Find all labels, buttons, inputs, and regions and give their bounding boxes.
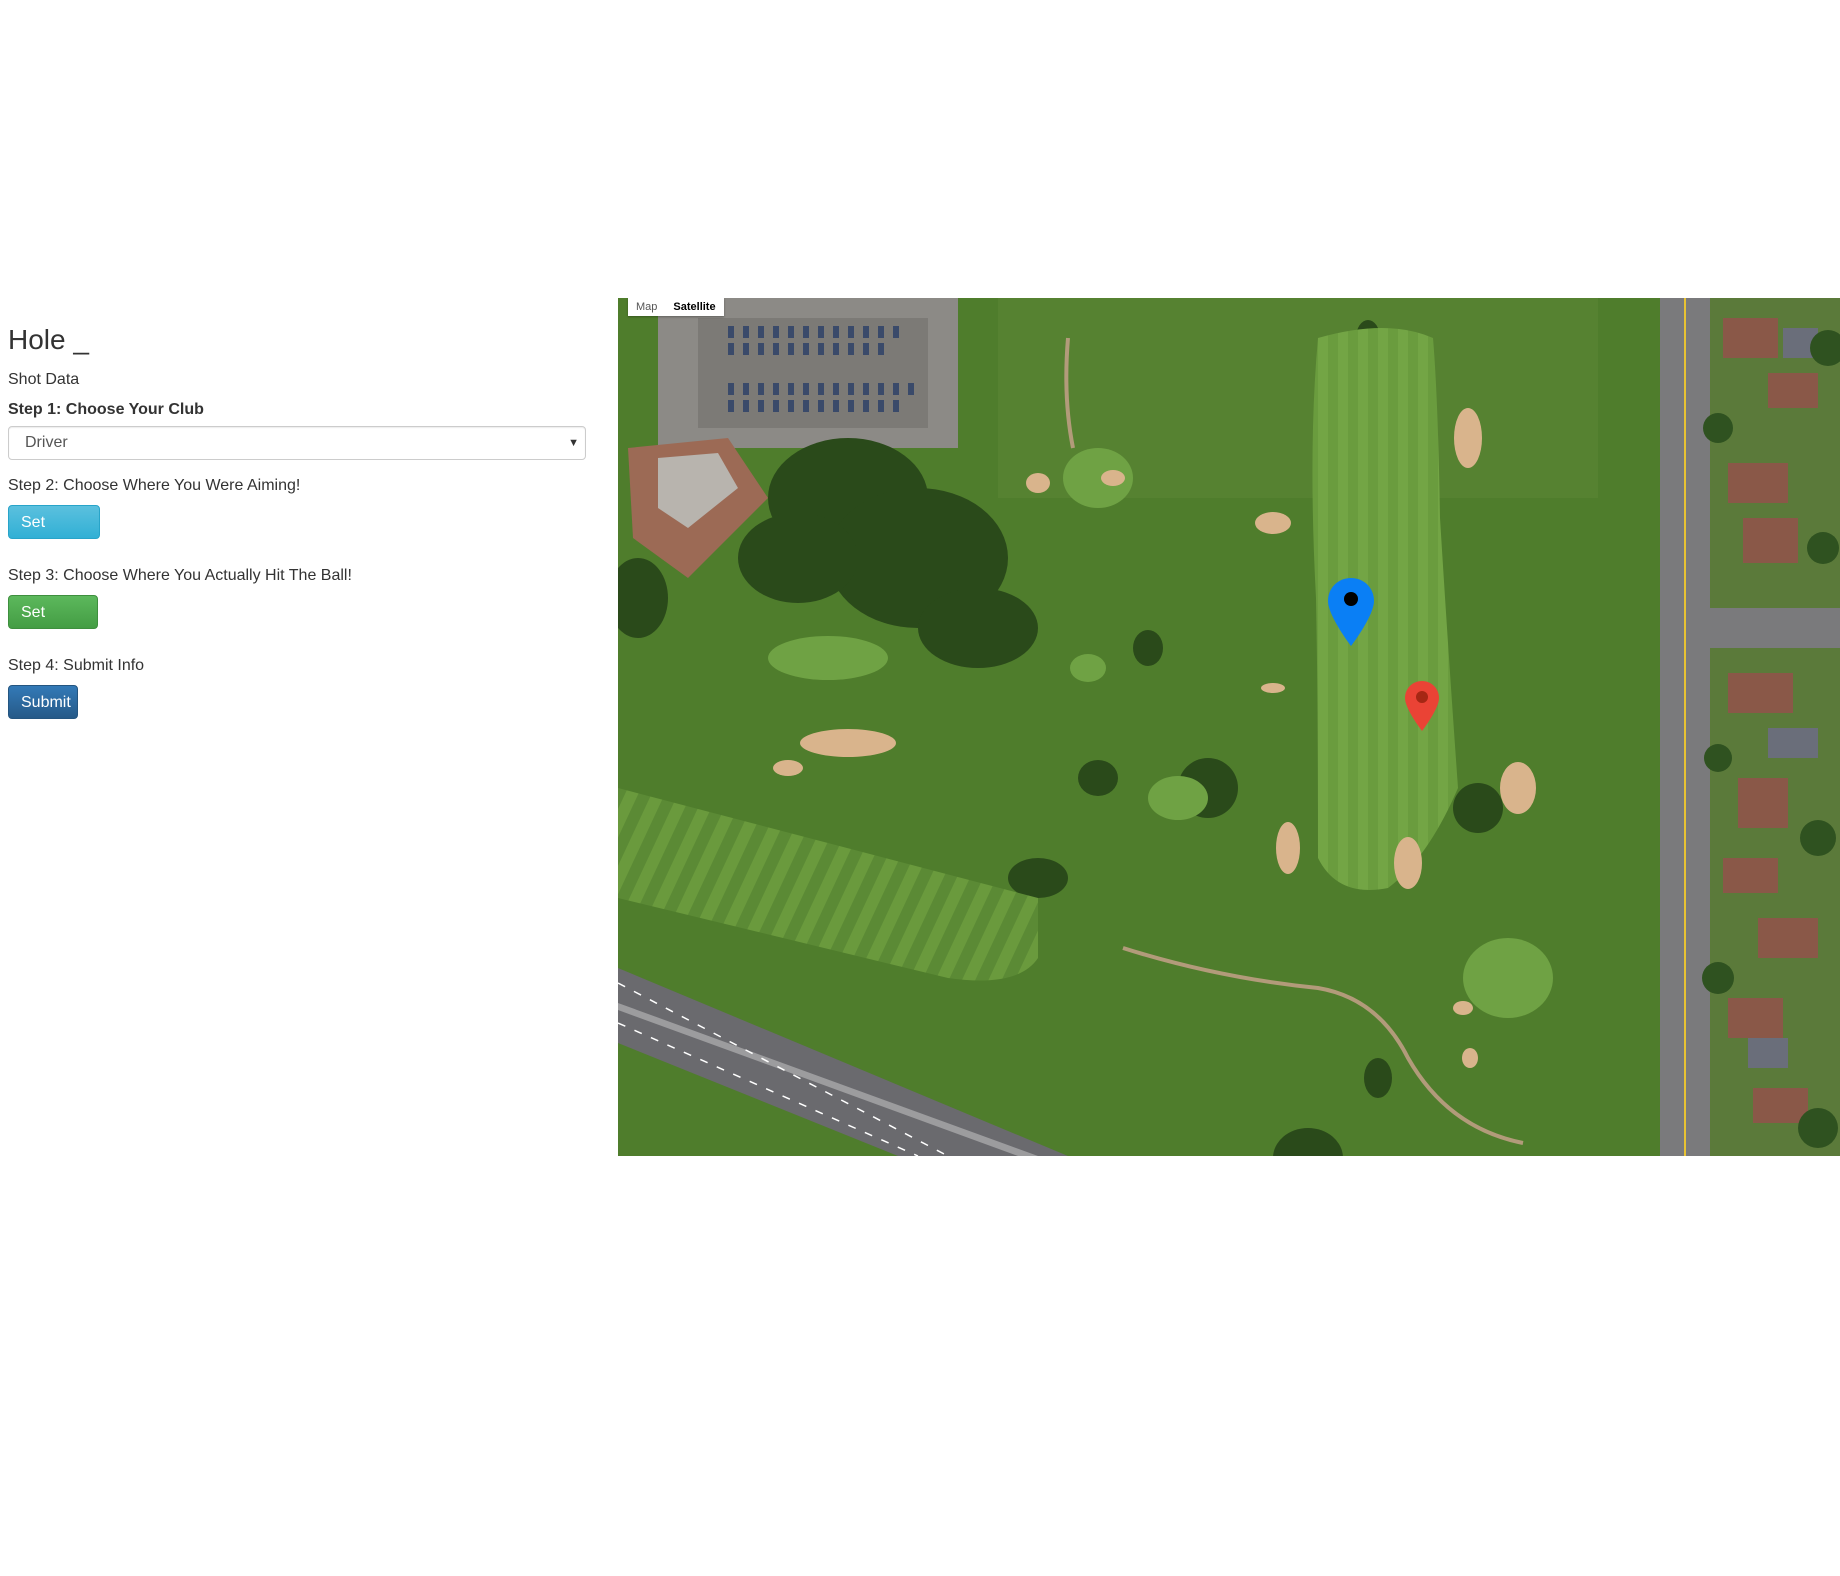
set-target-button[interactable]: Set Target: [8, 505, 100, 565]
hole-title: Hole _: [8, 324, 89, 355]
target-marker-icon[interactable]: [1328, 578, 1374, 646]
step1-label: Step 1: Choose Your Club: [8, 401, 204, 418]
shot-data-label: Shot Data: [8, 371, 80, 388]
map-type-control: Map Satellite: [628, 298, 724, 316]
step2-label: Step 2: Choose Where You Were Aiming!: [8, 477, 301, 494]
chevron-down-icon: ▼: [568, 437, 579, 449]
set-actual-button[interactable]: Set Actual: [8, 595, 98, 655]
map-type-satellite-button[interactable]: Satellite: [665, 298, 723, 316]
page: Hole _ Shot Data Step 1: Choose Your Clu…: [0, 0, 1840, 1576]
step4-label: Step 4: Submit Info: [8, 657, 145, 674]
satellite-map[interactable]: Map Satellite: [618, 298, 1840, 1156]
submit-button[interactable]: Submit: [8, 685, 78, 719]
club-select-value: Driver: [25, 434, 68, 451]
club-select[interactable]: Driver ▼: [8, 426, 586, 460]
shot-form-panel: Hole _ Shot Data Step 1: Choose Your Clu…: [8, 310, 588, 719]
map-type-map-button[interactable]: Map: [628, 298, 665, 316]
satellite-imagery: [618, 298, 1840, 1156]
step3-label: Step 3: Choose Where You Actually Hit Th…: [8, 567, 352, 584]
actual-marker-icon[interactable]: [1405, 681, 1439, 731]
